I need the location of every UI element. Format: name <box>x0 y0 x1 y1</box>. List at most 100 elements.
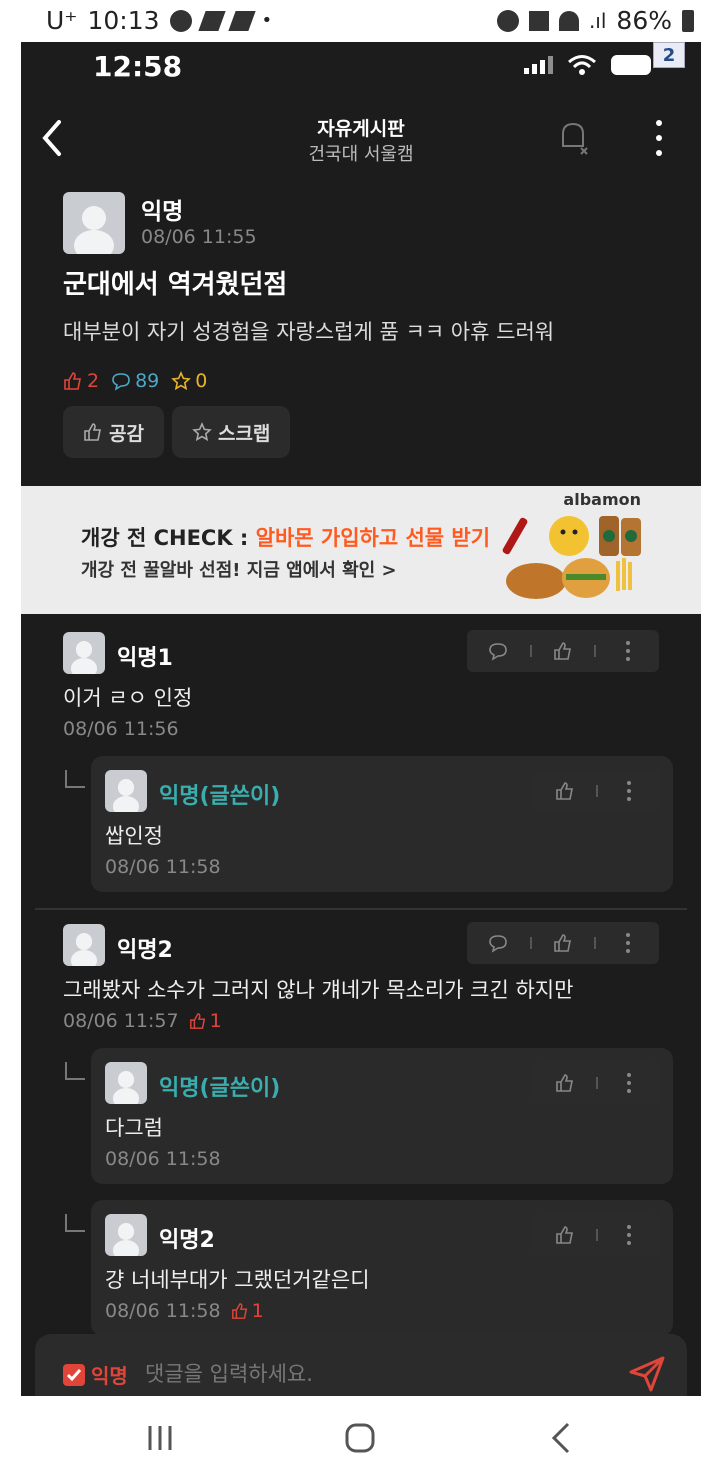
device-status-bar: U⁺ 10:13 • .ıl 86% <box>0 0 720 42</box>
signal-bars-icon <box>524 56 553 74</box>
system-navigation-bar <box>0 1396 720 1480</box>
home-icon[interactable] <box>338 1416 382 1460</box>
comment-like-button[interactable] <box>532 630 595 672</box>
thumbs-up-icon <box>84 423 101 441</box>
comment-like-button[interactable] <box>533 1062 596 1104</box>
talk-notification-icon <box>169 9 192 32</box>
comment-action-bar <box>467 630 659 672</box>
comment-more-button[interactable] <box>596 922 659 964</box>
comment-input[interactable] <box>145 1352 605 1396</box>
checkmark-icon <box>66 1369 82 1382</box>
comment-like-count: 1 <box>189 1010 222 1032</box>
wifi-icon <box>568 55 596 75</box>
comment-author: 익명(글쓴이) <box>159 784 281 809</box>
comment-author: 익명2 <box>117 938 173 963</box>
recent-apps-icon[interactable] <box>138 1416 182 1460</box>
comment-author: 익명(글쓴이) <box>159 1076 281 1101</box>
more-dots-icon <box>627 1073 632 1093</box>
device-time: 10:13 <box>87 6 160 35</box>
comment-action-bar <box>533 770 661 812</box>
comment-count: 89 <box>111 370 159 392</box>
comment-author: 익명1 <box>117 646 173 671</box>
battery-percent: 86% <box>616 6 672 35</box>
more-dots-icon <box>627 1225 632 1245</box>
like-button[interactable]: 공감 <box>63 406 164 458</box>
more-dots-icon <box>627 781 632 801</box>
notification-off-bell-icon[interactable] <box>553 118 593 158</box>
thumbs-up-icon <box>555 1226 573 1244</box>
star-icon <box>192 422 212 442</box>
comment-more-button[interactable] <box>596 630 659 672</box>
thumbs-up-icon <box>554 934 571 952</box>
comment-date: 08/06 11:57 1 <box>63 1010 222 1032</box>
comment-more-button[interactable] <box>598 770 661 812</box>
like-count: 2 <box>63 370 99 392</box>
mute-icon <box>528 10 549 31</box>
send-icon[interactable] <box>627 1354 667 1394</box>
app-header: 자유게시판 건국대 서울캠 <box>21 106 701 170</box>
ad-food-image <box>502 516 641 599</box>
inner-time: 12:58 <box>93 50 183 83</box>
comment-date: 08/06 11:58 <box>105 856 221 878</box>
comment-text: 다그럼 <box>105 1116 163 1140</box>
reply-button[interactable] <box>467 922 530 964</box>
post-author-avatar <box>63 192 125 254</box>
comment-text: 그래봤자 소수가 그러지 않나 걔네가 목소리가 크긴 하지만 <box>63 978 574 1002</box>
board-title: 자유게시판 <box>317 118 405 140</box>
scrap-count: 0 <box>171 370 207 392</box>
comment-text: 이거 ㄹㅇ 인정 <box>63 686 193 710</box>
comment-divider <box>35 908 687 910</box>
comment-more-button[interactable] <box>598 1214 661 1256</box>
thumbs-up-icon <box>231 1303 247 1319</box>
comment-like-button[interactable] <box>533 770 596 812</box>
anonymous-checkbox[interactable] <box>63 1364 85 1386</box>
comment-input-bar: 익명 <box>35 1334 687 1396</box>
comment-avatar <box>105 770 147 812</box>
ad-subline: 개강 전 꿀알바 선점! 지금 앱에서 확인 > <box>81 560 397 581</box>
comment-avatar <box>105 1062 147 1104</box>
post-date: 08/06 11:55 <box>141 226 257 248</box>
post-stats: 2 89 0 <box>63 370 207 392</box>
ad-headline: 개강 전 CHECK : 알바몬 가입하고 선물 받기 <box>81 526 491 550</box>
inner-status-icons <box>524 54 651 76</box>
comment-action-bar <box>533 1062 661 1104</box>
comment-like-button[interactable] <box>533 1214 596 1256</box>
post-title: 군대에서 역겨웠던점 <box>63 270 288 300</box>
comment-author: 익명2 <box>159 1228 215 1253</box>
post-actions: 공감 스크랩 <box>63 406 291 458</box>
more-menu-icon[interactable] <box>647 120 671 156</box>
anonymous-label: 익명 <box>91 1364 128 1388</box>
comment-date: 08/06 11:56 <box>63 718 179 740</box>
reply-arrow-icon <box>65 1062 85 1080</box>
post-body: 대부분이 자기 성경험을 자랑스럽게 품 ㅋㅋ 아휴 드러워 <box>63 320 555 344</box>
back-icon[interactable] <box>540 1416 584 1460</box>
comment-text: 걍 너네부대가 그랬던거같은디 <box>105 1268 370 1292</box>
signal-icon: .ıl <box>588 8 607 33</box>
ad-banner[interactable]: albamon 개강 전 CHECK : 알바몬 가입하고 선물 받기 개강 전… <box>21 486 701 614</box>
comment-date: 08/06 11:58 1 <box>105 1300 264 1322</box>
comment-like-button[interactable] <box>532 922 595 964</box>
comment-action-bar <box>533 1214 661 1256</box>
cleaner-icon <box>197 10 226 31</box>
wifi-icon <box>558 10 579 31</box>
scrap-button[interactable]: 스크랩 <box>171 406 291 458</box>
comment-more-button[interactable] <box>598 1062 661 1104</box>
alarm-icon <box>496 9 519 32</box>
comment-action-bar <box>467 922 659 964</box>
app-screen: 12:58 2 자유게시판 건국대 서울캠 익명 08/06 11:55 군대에… <box>21 42 701 1396</box>
reply-arrow-icon <box>65 770 85 788</box>
thumbs-up-icon <box>554 642 571 660</box>
star-icon <box>171 371 192 391</box>
more-dots-icon <box>625 641 630 661</box>
dot-icon: • <box>261 10 273 31</box>
battery-icon <box>682 9 694 32</box>
board-subtitle: 건국대 서울캠 <box>308 144 414 165</box>
comment-text: 쌉인정 <box>105 824 163 848</box>
speech-bubble-icon <box>112 373 130 391</box>
speech-bubble-icon <box>489 643 508 661</box>
more-dots-icon <box>625 933 630 953</box>
cleaner-icon-2 <box>227 10 256 31</box>
inner-status-bar: 12:58 2 <box>21 42 701 98</box>
thumbs-up-icon <box>555 782 573 800</box>
reply-button[interactable] <box>467 630 530 672</box>
